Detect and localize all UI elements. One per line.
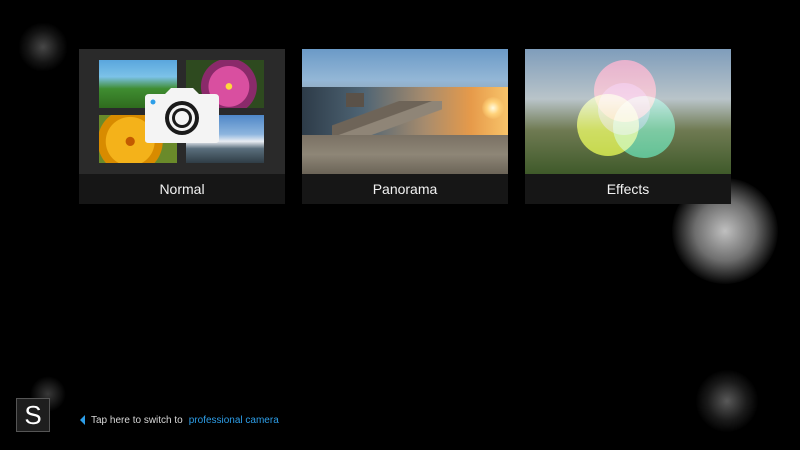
- mode-card-panorama[interactable]: Panorama: [302, 49, 508, 204]
- stone-path: [302, 135, 508, 174]
- samsung-s-icon[interactable]: S: [16, 398, 50, 432]
- arrow-left-icon: [80, 415, 85, 425]
- mode-label: Panorama: [302, 174, 508, 204]
- normal-thumbnail: [79, 49, 285, 174]
- effects-thumbnail: [525, 49, 731, 174]
- watchtower: [346, 93, 364, 107]
- blurred-light-spot: [18, 22, 68, 72]
- camera-icon: [145, 88, 219, 143]
- professional-camera-link[interactable]: professional camera: [189, 415, 279, 426]
- switch-to-pro-hint[interactable]: Tap here to switch to professional camer…: [80, 412, 279, 428]
- sun-glow: [482, 97, 504, 119]
- purple-overlap: [598, 83, 650, 135]
- mode-card-effects[interactable]: Effects: [525, 49, 731, 204]
- hint-text: Tap here to switch to: [91, 414, 183, 426]
- mode-label: Normal: [79, 174, 285, 204]
- panorama-thumbnail: [302, 49, 508, 174]
- mode-card-normal[interactable]: Normal: [79, 49, 285, 204]
- mode-label: Effects: [525, 174, 731, 204]
- blurred-light-spot: [696, 370, 758, 432]
